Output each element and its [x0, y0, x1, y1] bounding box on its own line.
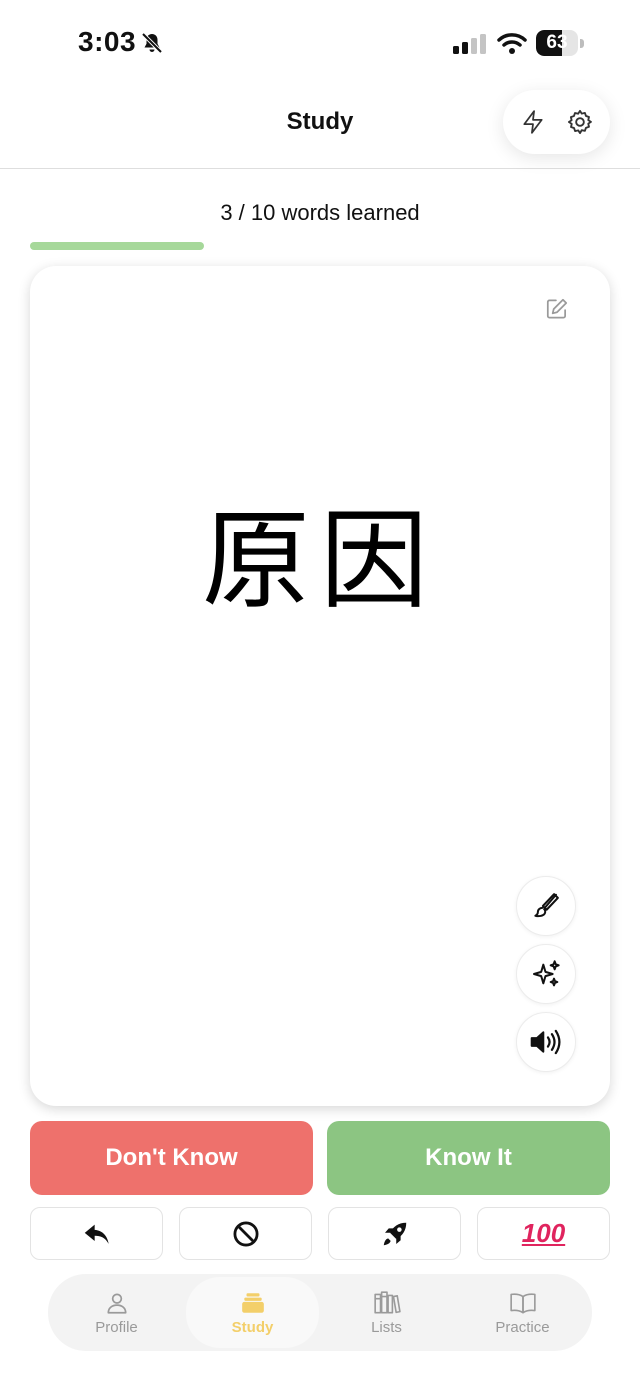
- flashcard[interactable]: 原因: [30, 266, 610, 1106]
- tab-label-study: Study: [231, 1318, 274, 1336]
- open-book-icon: [509, 1292, 536, 1313]
- tab-lists[interactable]: Lists: [320, 1277, 453, 1348]
- lightning-icon: [523, 110, 543, 134]
- speaker-icon: [530, 1029, 561, 1055]
- bell-slash-icon: [141, 32, 163, 54]
- tab-label-practice: Practice: [495, 1318, 550, 1336]
- gear-icon: [567, 109, 592, 135]
- know-it-button[interactable]: Know It: [327, 1121, 610, 1195]
- cellular-signal-icon: [453, 34, 486, 54]
- undo-arrow-icon: [84, 1224, 109, 1244]
- sparkles-icon: [533, 960, 560, 987]
- flashcard-word: 原因: [201, 499, 438, 624]
- header-actions: [503, 90, 610, 154]
- hundred-points-emoji: 100: [521, 1218, 566, 1248]
- pronounce-button[interactable]: [516, 1012, 576, 1072]
- tab-bar: Profile Study Lists Practice: [48, 1274, 592, 1351]
- quick-study-button[interactable]: [517, 106, 549, 138]
- tab-practice[interactable]: Practice: [456, 1277, 589, 1348]
- status-time: 3:03: [78, 26, 137, 57]
- undo-button[interactable]: [30, 1207, 163, 1260]
- wifi-icon: [497, 33, 527, 54]
- nav-header: Study: [0, 88, 640, 169]
- edit-icon[interactable]: [544, 296, 570, 322]
- battery-icon: 63: [536, 30, 584, 56]
- prohibited-icon: [233, 1221, 258, 1246]
- tab-profile[interactable]: Profile: [50, 1277, 183, 1348]
- tab-label-profile: Profile: [95, 1318, 138, 1336]
- paintbrush-icon: [534, 893, 559, 918]
- person-icon: [106, 1292, 127, 1314]
- progress-label: 3 / 10 words learned: [220, 200, 420, 225]
- tab-study[interactable]: Study: [186, 1277, 319, 1348]
- books-icon: [373, 1290, 401, 1314]
- status-bar: 3:03 63: [0, 0, 640, 88]
- skip-button[interactable]: [179, 1207, 312, 1260]
- mastered-button[interactable]: 100: [477, 1207, 610, 1260]
- tab-label-lists: Lists: [371, 1318, 402, 1336]
- rocket-icon: [383, 1222, 406, 1245]
- settings-button[interactable]: [564, 106, 596, 138]
- boost-button[interactable]: [328, 1207, 461, 1260]
- progress-bar-fill: [30, 242, 204, 250]
- progress-bar: [30, 242, 610, 250]
- handwriting-button[interactable]: [516, 876, 576, 936]
- dont-know-button[interactable]: Don't Know: [30, 1121, 313, 1195]
- ai-explain-button[interactable]: [516, 944, 576, 1004]
- battery-percentage: 63: [546, 32, 568, 53]
- card-stack-icon: [241, 1292, 264, 1313]
